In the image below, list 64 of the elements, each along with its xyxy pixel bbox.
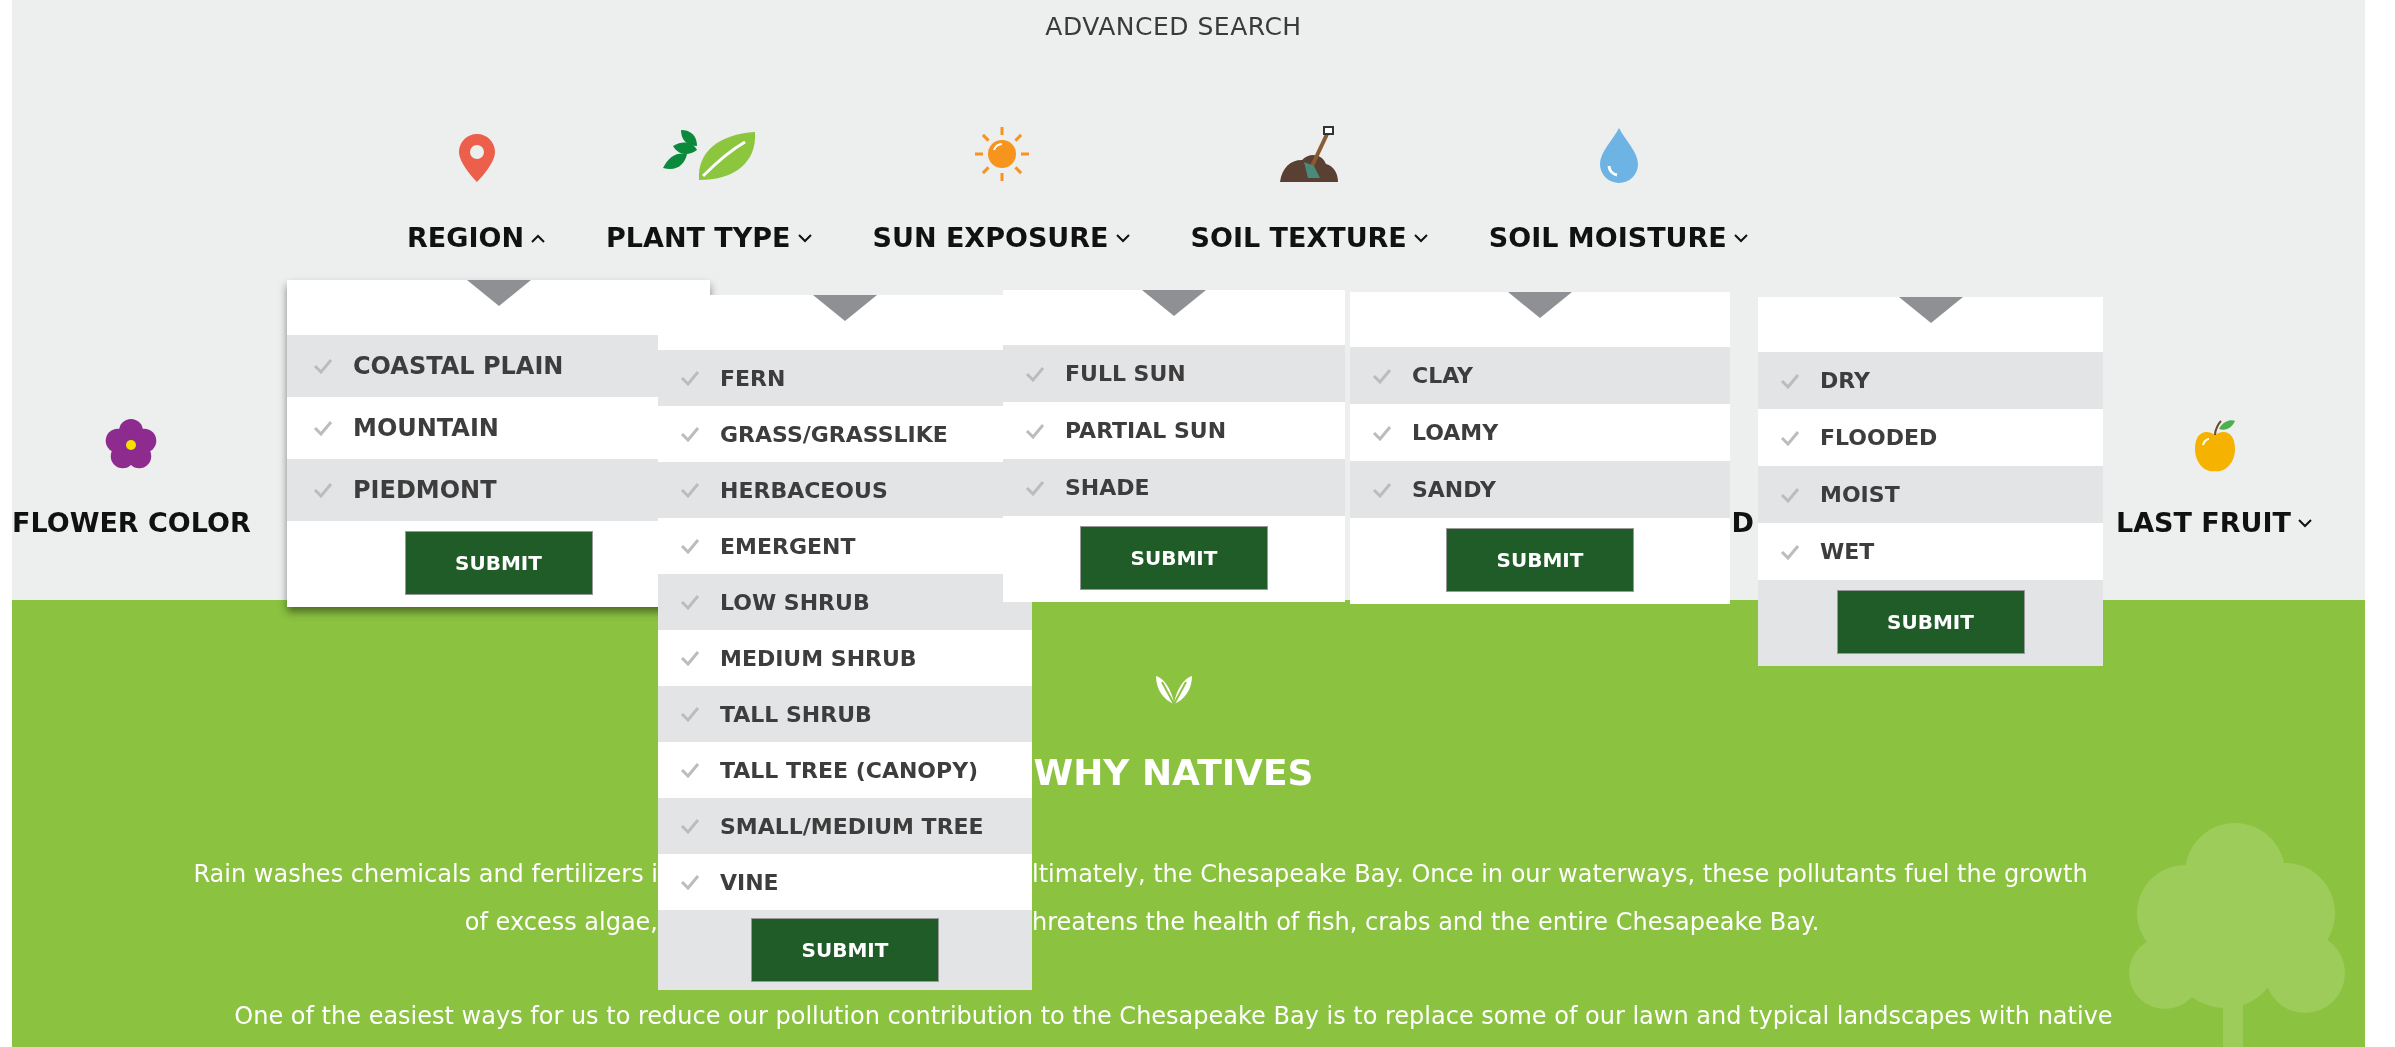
check-icon <box>1780 543 1800 560</box>
submit-button[interactable]: SUBMIT <box>404 531 593 595</box>
chevron-down-icon <box>1114 233 1131 244</box>
paragraph-text: hreatens the health of fish, crabs and the entire Chesapeake Bay. <box>1032 908 1820 936</box>
check-icon <box>680 818 700 834</box>
check-icon <box>680 706 700 722</box>
check-icon <box>1372 367 1392 384</box>
check-icon <box>1025 365 1045 382</box>
submit-button[interactable]: SUBMIT <box>1836 590 2025 654</box>
pointer-triangle-icon <box>466 280 531 306</box>
pointer-triangle-icon <box>1898 297 1963 323</box>
check-icon <box>680 482 700 498</box>
paragraph-text: ltimately, the Chesapeake Bay. Once in our waterways, these pollutants fuel the growth <box>1032 860 2088 888</box>
filter-dropdown-toggle[interactable]: SOIL TEXTURE <box>1190 218 1429 259</box>
checkbox-option[interactable]: TALL SHRUB <box>658 686 1032 742</box>
chevron-down-icon <box>2297 518 2313 529</box>
check-icon <box>680 874 700 890</box>
map-pin-icon <box>456 132 497 184</box>
check-icon <box>1372 424 1392 441</box>
check-icon <box>1780 429 1800 446</box>
check-icon <box>1372 481 1392 498</box>
check-icon <box>680 370 700 386</box>
chevron-down-icon <box>796 233 813 244</box>
chevron-up-icon <box>530 233 546 244</box>
chevron-down-icon <box>1732 233 1749 244</box>
check-icon <box>1780 372 1800 389</box>
checkbox-option[interactable]: DRY <box>1758 352 2103 409</box>
filter-dropdown-toggle[interactable]: SUN EXPOSURE <box>872 218 1131 259</box>
check-icon <box>680 426 700 442</box>
paragraph-text: One of the easiest ways for us to reduce our pollution contribution to the Chesapeake Bay is to replace some of our lawn and typical landscapes with native <box>233 1001 2114 1032</box>
check-icon <box>680 538 700 554</box>
pointer-triangle-icon <box>1508 292 1572 318</box>
checkbox-option[interactable]: MOIST <box>1758 466 2103 523</box>
filter-dropdown-toggle[interactable]: SOIL MOISTURE <box>1488 218 1749 259</box>
check-icon <box>1780 486 1800 503</box>
check-icon <box>313 358 333 374</box>
check-icon <box>1025 479 1045 496</box>
pointer-triangle-icon <box>813 295 877 321</box>
pointer-triangle-icon <box>1142 290 1206 316</box>
checkbox-option[interactable]: SANDY <box>1350 461 1730 518</box>
check-icon <box>680 594 700 610</box>
submit-button[interactable]: SUBMIT <box>1446 528 1634 592</box>
checkbox-option[interactable]: SHADE <box>1003 459 1345 516</box>
check-icon <box>313 482 333 498</box>
check-icon <box>313 420 333 436</box>
check-icon <box>680 650 700 666</box>
chevron-down-icon <box>1412 233 1429 244</box>
submit-button[interactable]: SUBMIT <box>751 918 939 982</box>
check-icon <box>1025 422 1045 439</box>
check-icon <box>680 762 700 778</box>
paragraph-text: Rain washes chemicals and fertilizers i <box>193 860 658 888</box>
filter-dropdown-toggle[interactable]: REGION <box>407 218 546 259</box>
filter-dropdown-toggle[interactable]: PLANT TYPE <box>606 218 813 259</box>
submit-button[interactable]: SUBMIT <box>1080 526 1268 590</box>
checkbox-option[interactable]: LOW SHRUB <box>658 574 1032 630</box>
filter-dropdown-toggle[interactable]: FLOWER COLOR <box>12 503 251 544</box>
page-title: ADVANCED SEARCH <box>1044 11 1303 42</box>
checkbox-option[interactable]: CLAY <box>1350 347 1730 404</box>
filter-dropdown-toggle[interactable]: D <box>1731 503 1754 544</box>
section-heading: WHY NATIVES <box>1033 751 1314 795</box>
paragraph-text: of excess algae, <box>464 908 658 936</box>
checkbox-option[interactable]: SMALL/MEDIUM TREE <box>658 798 1032 854</box>
checkbox-option[interactable]: FULL SUN <box>1003 345 1345 402</box>
filter-dropdown-toggle[interactable]: LAST FRUIT <box>2116 503 2313 544</box>
